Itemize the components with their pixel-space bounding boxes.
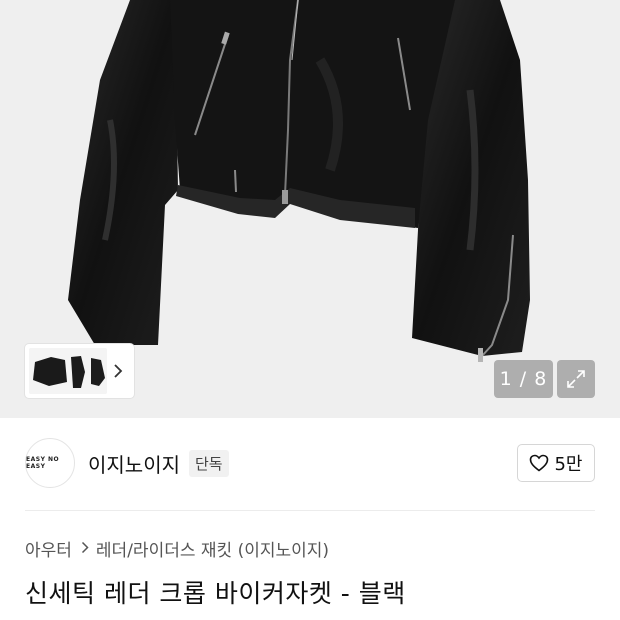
- breadcrumb-category[interactable]: 아우터: [25, 536, 72, 561]
- breadcrumb: 아우터 레더/라이더스 재킷 (이지노이지): [25, 536, 329, 561]
- thumbnail-jacket-picture: [29, 348, 107, 394]
- heart-outline-icon: [530, 454, 549, 472]
- brand-row: EASY NO EASY 이지노이지 단독 5만: [25, 437, 595, 489]
- thumbnail-strip[interactable]: [25, 344, 134, 398]
- chevron-right-icon: [81, 539, 89, 559]
- exclusive-badge: 단독: [189, 449, 229, 477]
- divider: [25, 510, 595, 511]
- chevron-right-icon: [114, 364, 123, 378]
- thumbnail-next-button[interactable]: [107, 348, 129, 394]
- product-title: 신세틱 레더 크롭 바이커자켓 - 블랙: [25, 579, 406, 608]
- expand-icon: [567, 370, 585, 388]
- like-button[interactable]: 5만: [517, 444, 595, 482]
- like-count: 5만: [554, 454, 583, 475]
- expand-button[interactable]: [557, 360, 595, 398]
- image-counter: 1 / 8: [494, 360, 553, 398]
- product-image-gallery[interactable]: 1 / 8: [0, 0, 620, 418]
- breadcrumb-subcategory[interactable]: 레더/라이더스 재킷 (이지노이지): [96, 536, 329, 561]
- thumbnail-image[interactable]: [29, 348, 107, 394]
- brand-logo-text: EASY NO EASY: [26, 455, 60, 470]
- brand-name[interactable]: 이지노이지: [88, 449, 180, 478]
- brand-logo[interactable]: EASY NO EASY: [25, 438, 75, 488]
